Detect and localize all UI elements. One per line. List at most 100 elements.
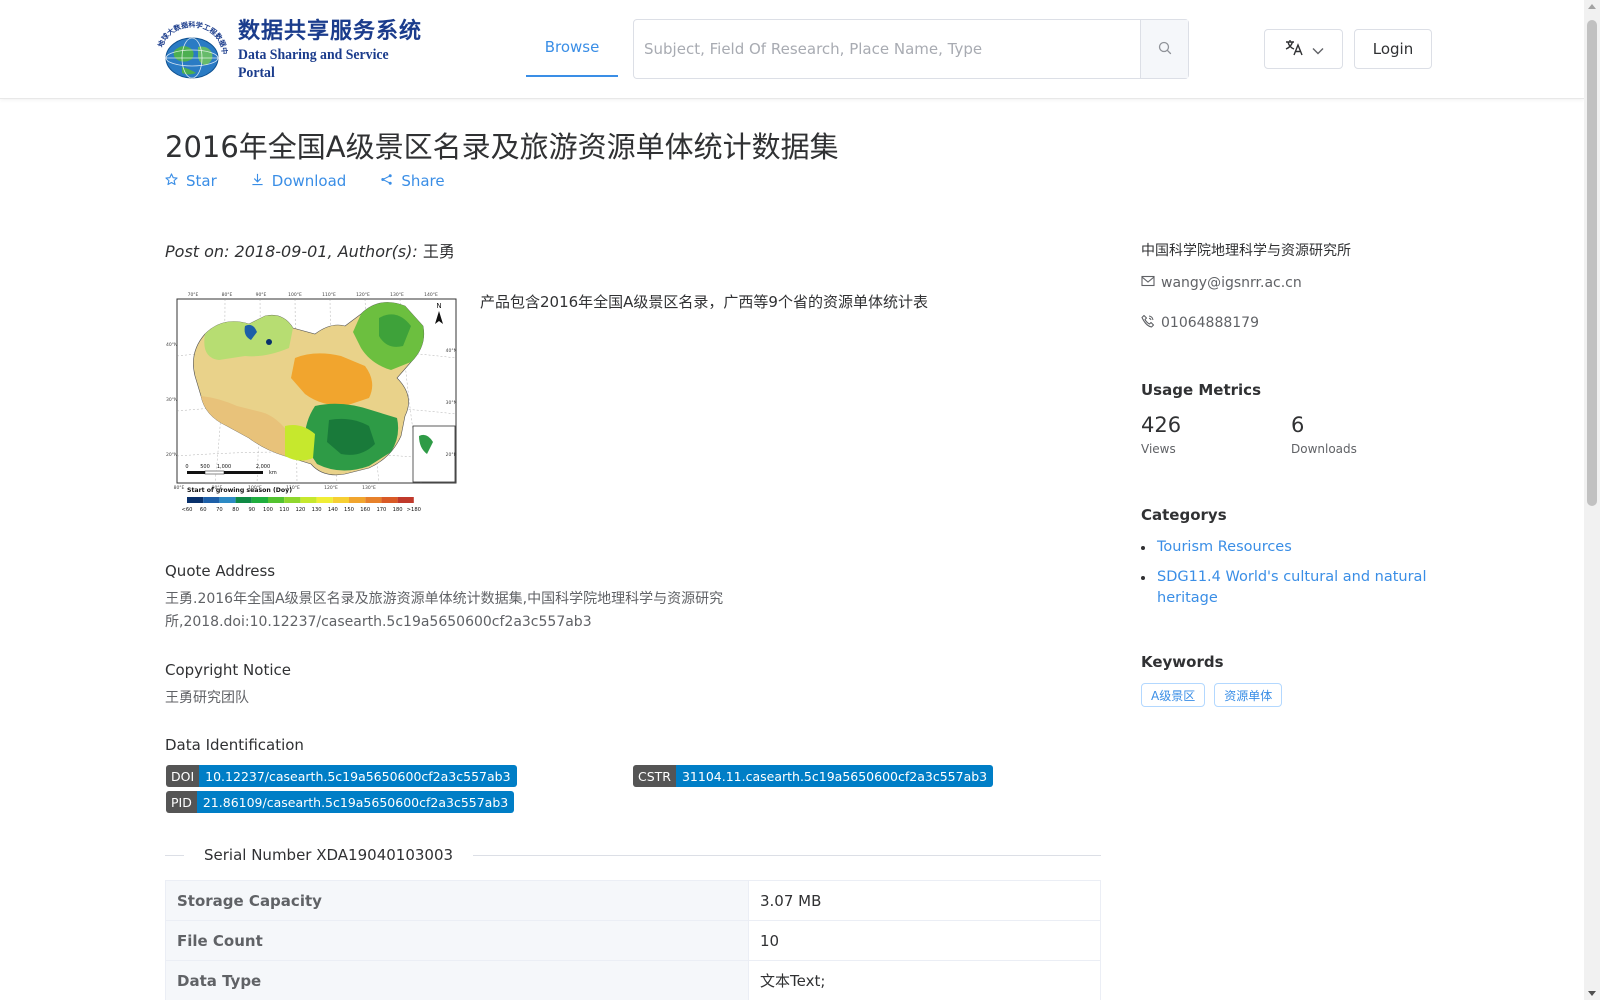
- phone-text: 01064888179: [1161, 315, 1259, 331]
- pid-badge[interactable]: PID 21.86109/casearth.5c19a5650600cf2a3c…: [166, 791, 515, 813]
- language-switcher[interactable]: [1264, 29, 1343, 69]
- legend-tick-label: >180: [407, 507, 421, 513]
- scroll-up-arrow-icon[interactable]: [1588, 4, 1596, 9]
- phone-icon: [1141, 314, 1155, 332]
- share-button[interactable]: Share: [380, 172, 445, 190]
- categories-title: Categorys: [1141, 506, 1227, 524]
- legend-tick-label: 130: [312, 507, 322, 513]
- latitude-tick-label: 20°N: [166, 452, 177, 458]
- scroll-thumb[interactable]: [1587, 20, 1597, 506]
- longitude-tick-label: 120°E: [324, 485, 338, 491]
- post-date: Post on: 2018-09-01, Author(s):: [165, 242, 423, 261]
- legend-tick-label: 120: [295, 507, 305, 513]
- legend-swatch: [365, 497, 382, 503]
- north-label: N: [436, 302, 441, 310]
- search-box: [633, 19, 1189, 79]
- search-button[interactable]: [1140, 20, 1188, 78]
- search-input[interactable]: [634, 20, 1140, 78]
- downloads-count: 6: [1291, 413, 1305, 437]
- legend-swatch: [235, 497, 252, 503]
- category-link-sdg[interactable]: SDG11.4 World's cultural and natural her…: [1141, 567, 1431, 609]
- chevron-down-icon: [1312, 40, 1324, 59]
- scroll-down-arrow-icon[interactable]: [1588, 991, 1596, 996]
- keyword-tag[interactable]: A级景区: [1141, 683, 1206, 707]
- data-type-key: Data Type: [165, 960, 749, 1000]
- download-button[interactable]: Download: [251, 172, 347, 190]
- login-button[interactable]: Login: [1354, 29, 1432, 69]
- cstr-badge-value: 31104.11.casearth.5c19a5650600cf2a3c557a…: [675, 765, 994, 787]
- share-label: Share: [401, 172, 445, 190]
- keyword-tag[interactable]: 资源单体: [1214, 683, 1283, 707]
- legend-swatch: [219, 497, 236, 503]
- pid-badge-key: PID: [166, 791, 197, 813]
- longitude-tick-label: 130°E: [362, 485, 376, 491]
- site-logo[interactable]: 地球大数据科学工程数据中心 数据共享服务系统 Data Sharing and …: [149, 14, 442, 81]
- cstr-badge[interactable]: CSTR 31104.11.casearth.5c19a5650600cf2a3…: [633, 765, 994, 787]
- legend-swatch: [316, 497, 333, 503]
- file-count-key: File Count: [165, 920, 749, 961]
- quote-address-label: Quote Address: [165, 562, 276, 580]
- copyright-label: Copyright Notice: [165, 661, 291, 679]
- downloads-label: Downloads: [1291, 442, 1357, 456]
- latitude-tick-label: 40°N: [446, 348, 457, 354]
- longitude-tick-label: 120°E: [356, 292, 370, 298]
- legend-tick-label: 180: [393, 507, 403, 513]
- scale-label: 0: [185, 464, 188, 470]
- storage-capacity-key: Storage Capacity: [165, 880, 749, 921]
- file-count-value: 10: [748, 920, 1101, 961]
- latitude-tick-label: 20°N: [446, 452, 457, 458]
- legend-tick-label: 70: [216, 507, 223, 513]
- post-meta: Post on: 2018-09-01, Author(s): 王勇: [165, 238, 455, 262]
- search-icon: [1158, 40, 1172, 59]
- legend-swatch: [203, 497, 220, 503]
- usage-metrics-title: Usage Metrics: [1141, 381, 1261, 399]
- longitude-tick-label: 70°E: [188, 292, 199, 298]
- star-label: Star: [186, 172, 217, 190]
- table-row: File Count 10: [165, 920, 1101, 961]
- mail-icon: [1141, 275, 1155, 291]
- category-list: Tourism Resources SDG11.4 World's cultur…: [1141, 537, 1431, 618]
- legend-tick-label: 80: [232, 507, 239, 513]
- share-icon: [380, 172, 393, 190]
- author-name: 王勇: [422, 242, 455, 261]
- latitude-tick-label: 30°N: [166, 397, 177, 403]
- dataset-actions: Star Download Share: [165, 172, 445, 190]
- dataset-description: 产品包含2016年全国A级景区名录，广西等9个省的资源单体统计表: [480, 293, 928, 311]
- page-scrollbar[interactable]: [1584, 0, 1600, 1000]
- star-button[interactable]: Star: [165, 172, 217, 190]
- serial-number: Serial Number XDA19040103003: [184, 846, 474, 864]
- longitude-tick-label: 110°E: [322, 292, 336, 298]
- legend-tick-label: 170: [376, 507, 386, 513]
- top-header: 地球大数据科学工程数据中心 数据共享服务系统 Data Sharing and …: [0, 0, 1584, 99]
- keyword-list: A级景区 资源单体: [1141, 683, 1283, 707]
- legend-tick-label: 160: [360, 507, 370, 513]
- legend-tick-label: 60: [200, 507, 207, 513]
- legend-swatch: [300, 497, 317, 503]
- star-icon: [165, 172, 178, 190]
- contact-email[interactable]: wangy@igsnrr.ac.cn: [1141, 275, 1302, 291]
- nav-browse-tab[interactable]: Browse: [526, 19, 618, 77]
- legend-swatch: [381, 497, 398, 503]
- logo-title-cn: 数据共享服务系统: [238, 19, 423, 44]
- contact-phone: 01064888179: [1141, 314, 1259, 332]
- data-type-value: 文本Text;: [748, 960, 1101, 1000]
- scale-unit-label: km: [269, 470, 277, 476]
- views-count: 426: [1141, 413, 1182, 437]
- legend-swatch: [397, 497, 414, 503]
- copyright-text: 王勇研究团队: [165, 690, 249, 706]
- legend-swatch: [332, 497, 349, 503]
- legend-tick-label: 90: [248, 507, 255, 513]
- organization-name: 中国科学院地理科学与资源研究所: [1141, 243, 1351, 259]
- longitude-tick-label: 80°E: [174, 485, 185, 491]
- legend-swatch: [251, 497, 268, 503]
- legend-tick-label: 100: [263, 507, 273, 513]
- legend-swatch: [187, 497, 204, 503]
- longitude-tick-label: 80°E: [222, 292, 233, 298]
- dataset-thumbnail[interactable]: N 0 500 1,000 2,000 km 70°E 80°E 90°E 100°E 110°…: [165, 286, 461, 518]
- category-link-tourism[interactable]: Tourism Resources: [1141, 537, 1431, 558]
- doi-badge[interactable]: DOI 10.12237/casearth.5c19a5650600cf2a3c…: [166, 765, 517, 787]
- download-label: Download: [271, 172, 347, 190]
- legend-tick-label: 140: [328, 507, 338, 513]
- longitude-tick-label: 90°E: [256, 292, 267, 298]
- pid-badge-value: 21.86109/casearth.5c19a5650600cf2a3c557a…: [196, 791, 515, 813]
